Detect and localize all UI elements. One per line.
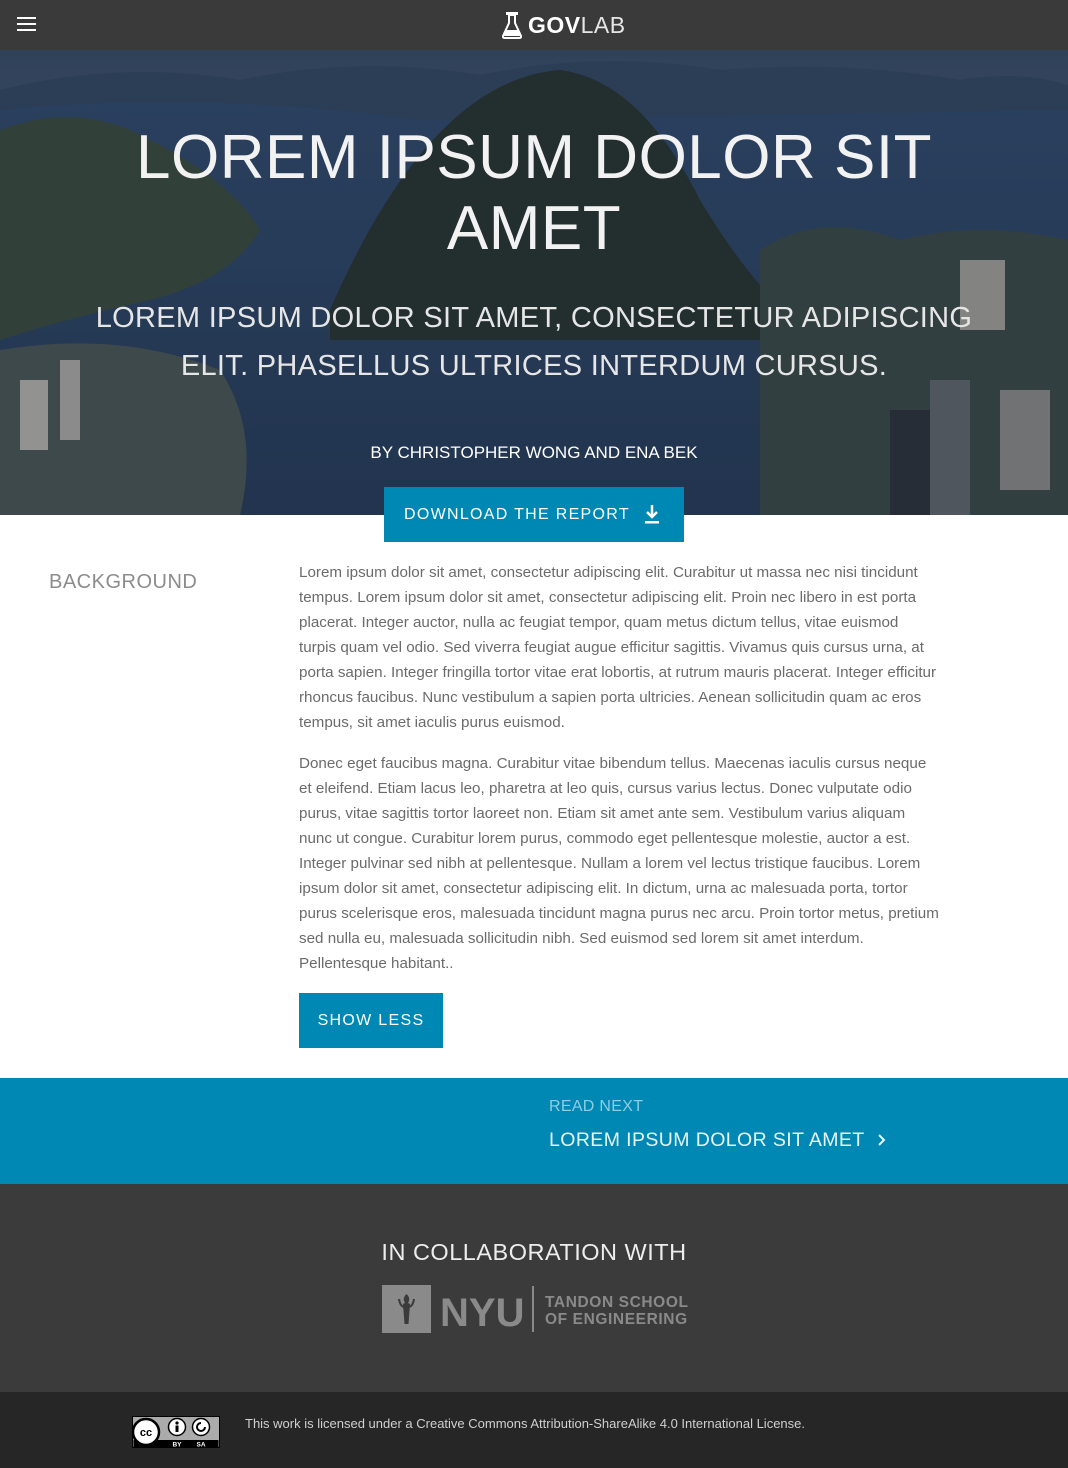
download-report-button[interactable]: DOWNLOAD THE REPORT: [384, 487, 684, 542]
report-subtitle: LOREM IPSUM DOLOR SIT AMET, CONSECTETUR …: [95, 302, 973, 382]
govlab-logo[interactable]: GOVLAB: [502, 10, 626, 40]
body-paragraph-2: Donec eget faucibus magna. Curabitur vit…: [299, 755, 939, 972]
cc-mark-icon: cc: [140, 1427, 152, 1439]
logo-wordmark: GOVLAB: [528, 10, 626, 40]
school-name-line-2: OF ENGINEERING: [545, 1311, 688, 1328]
school-name-line-1: TANDON SCHOOL: [545, 1294, 688, 1311]
download-button-label: DOWNLOAD THE REPORT: [404, 505, 630, 523]
creative-commons-badge[interactable]: cc BY SA: [132, 1416, 220, 1448]
footer: cc BY SA This work is licensed under a C…: [0, 1392, 1068, 1468]
cc-sa-label: SA: [196, 1442, 205, 1449]
read-next-banner: READ NEXT LOREM IPSUM DOLOR SIT AMET: [0, 1078, 1068, 1184]
nyu-tandon-logo[interactable]: NYU TANDON SCHOOL OF ENGINEERING: [382, 1284, 688, 1334]
nyu-wordmark: NYU: [440, 1291, 524, 1334]
logo-bold-text: GOV: [528, 12, 581, 38]
section-label-background: BACKGROUND: [49, 571, 198, 593]
read-next-link[interactable]: LOREM IPSUM DOLOR SIT AMET: [549, 1128, 886, 1152]
top-navigation-bar: GOVLAB: [0, 0, 1068, 50]
license-text: This work is licensed under a Creative C…: [245, 1416, 805, 1431]
read-next-label: READ NEXT: [549, 1098, 644, 1115]
chevron-right-icon: [877, 1134, 886, 1146]
collaboration-section: IN COLLABORATION WITH NYU TANDON SCHOOL …: [0, 1184, 1068, 1392]
report-byline: BY CHRISTOPHER WONG AND ENA BEK: [370, 443, 698, 462]
read-next-title: LOREM IPSUM DOLOR SIT AMET: [549, 1128, 865, 1151]
hero-banner: LOREM IPSUM DOLOR SIT AMET LOREM IPSUM D…: [0, 50, 1068, 515]
hamburger-menu-icon[interactable]: [17, 17, 37, 33]
download-arrow-icon: [645, 505, 659, 524]
report-title: LOREM IPSUM DOLOR SIT AMET: [136, 123, 932, 263]
cc-by-label: BY: [172, 1442, 182, 1449]
body-paragraph-1: Lorem ipsum dolor sit amet, consectetur …: [299, 564, 937, 731]
flask-icon: [502, 12, 522, 39]
collaboration-title: IN COLLABORATION WITH: [381, 1239, 687, 1265]
logo-light-text: LAB: [580, 12, 626, 38]
show-less-button[interactable]: SHOW LESS: [299, 993, 443, 1048]
